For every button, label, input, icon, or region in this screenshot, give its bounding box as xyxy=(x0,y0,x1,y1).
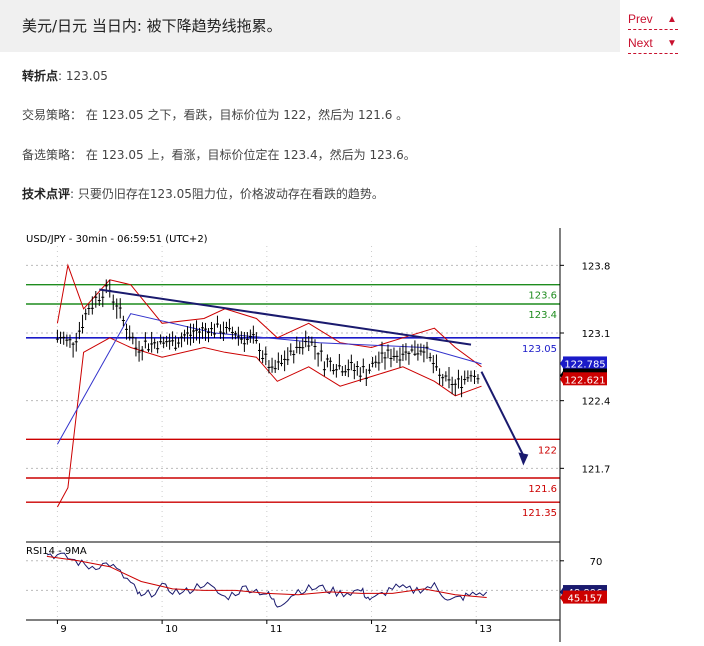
pivot-label: 转折点 xyxy=(22,69,59,83)
chart-container: 123.6 123.4 123.05 122 121.6 121.35 121.7 122.… xyxy=(20,228,620,642)
chart-title: USD/JPY - 30min - 06:59:51 (UTC+2) xyxy=(26,234,208,245)
level-label-support: 121.6 xyxy=(528,484,557,495)
comment-text: : 只要仍旧存在123.05阻力位，价格波动存在看跌的趋势。 xyxy=(70,187,384,201)
pivot-value: : 123.05 xyxy=(58,69,108,83)
strategy-text: 在 123.05 之下，看跌，目标价位为 122，然后为 121.6 。 xyxy=(85,108,409,122)
rsi-tag-label: 45.157 xyxy=(568,594,603,605)
pivot-paragraph: 转折点: 123.05 xyxy=(22,67,108,84)
level-label-support: 121.35 xyxy=(522,508,557,519)
page-title: 美元/日元 当日内: 被下降趋势线拖累。 xyxy=(22,17,282,35)
next-label: Next xyxy=(628,36,653,50)
y-tick-label: 123.1 xyxy=(582,329,611,340)
y-tick-label: 122.4 xyxy=(582,397,611,408)
level-label-resistance: 123.6 xyxy=(528,291,557,302)
alt-strategy-label: 备选策略： xyxy=(22,148,83,162)
prev-label: Prev xyxy=(628,12,653,26)
next-link[interactable]: Next ▼ xyxy=(628,34,678,54)
level-label-pivot: 123.05 xyxy=(522,344,557,355)
price-chart: 123.6 123.4 123.05 122 121.6 121.35 121.7 122.… xyxy=(20,228,620,642)
level-label-resistance: 123.4 xyxy=(528,310,557,321)
y-tick-label: 121.7 xyxy=(582,464,611,475)
x-tick-label: 9 xyxy=(60,624,66,635)
level-label-support: 122 xyxy=(538,445,557,456)
x-tick-label: 10 xyxy=(165,624,178,635)
x-tick-label: 11 xyxy=(270,624,283,635)
x-tick-label: 12 xyxy=(375,624,388,635)
rsi-title: RSI14 - 9MA xyxy=(26,546,87,557)
comment-label: 技术点评 xyxy=(22,187,71,201)
side-nav: Prev ▲ Next ▼ xyxy=(628,10,698,58)
strategy-label: 交易策略： xyxy=(22,108,83,122)
x-tick-label: 13 xyxy=(479,624,492,635)
header-bar: 美元/日元 当日内: 被下降趋势线拖累。 xyxy=(0,0,620,52)
comment-paragraph: 技术点评: 只要仍旧存在123.05阻力位，价格波动存在看跌的趋势。 xyxy=(22,185,384,202)
triangle-down-icon: ▼ xyxy=(667,38,677,49)
alt-strategy-paragraph: 备选策略： 在 123.05 上，看涨，目标价位定在 123.4，然后为 123… xyxy=(22,146,416,163)
triangle-up-icon: ▲ xyxy=(667,14,677,25)
prev-link[interactable]: Prev ▲ xyxy=(628,10,678,30)
strategy-paragraph: 交易策略： 在 123.05 之下，看跌，目标价位为 122，然后为 121.6… xyxy=(22,106,408,123)
price-tag-label: 122.621 xyxy=(564,375,605,386)
rsi-tick-label: 70 xyxy=(590,557,603,568)
alt-strategy-text: 在 123.05 上，看涨，目标价位定在 123.4，然后为 123.6。 xyxy=(85,148,416,162)
y-tick-label: 123.8 xyxy=(582,261,611,272)
